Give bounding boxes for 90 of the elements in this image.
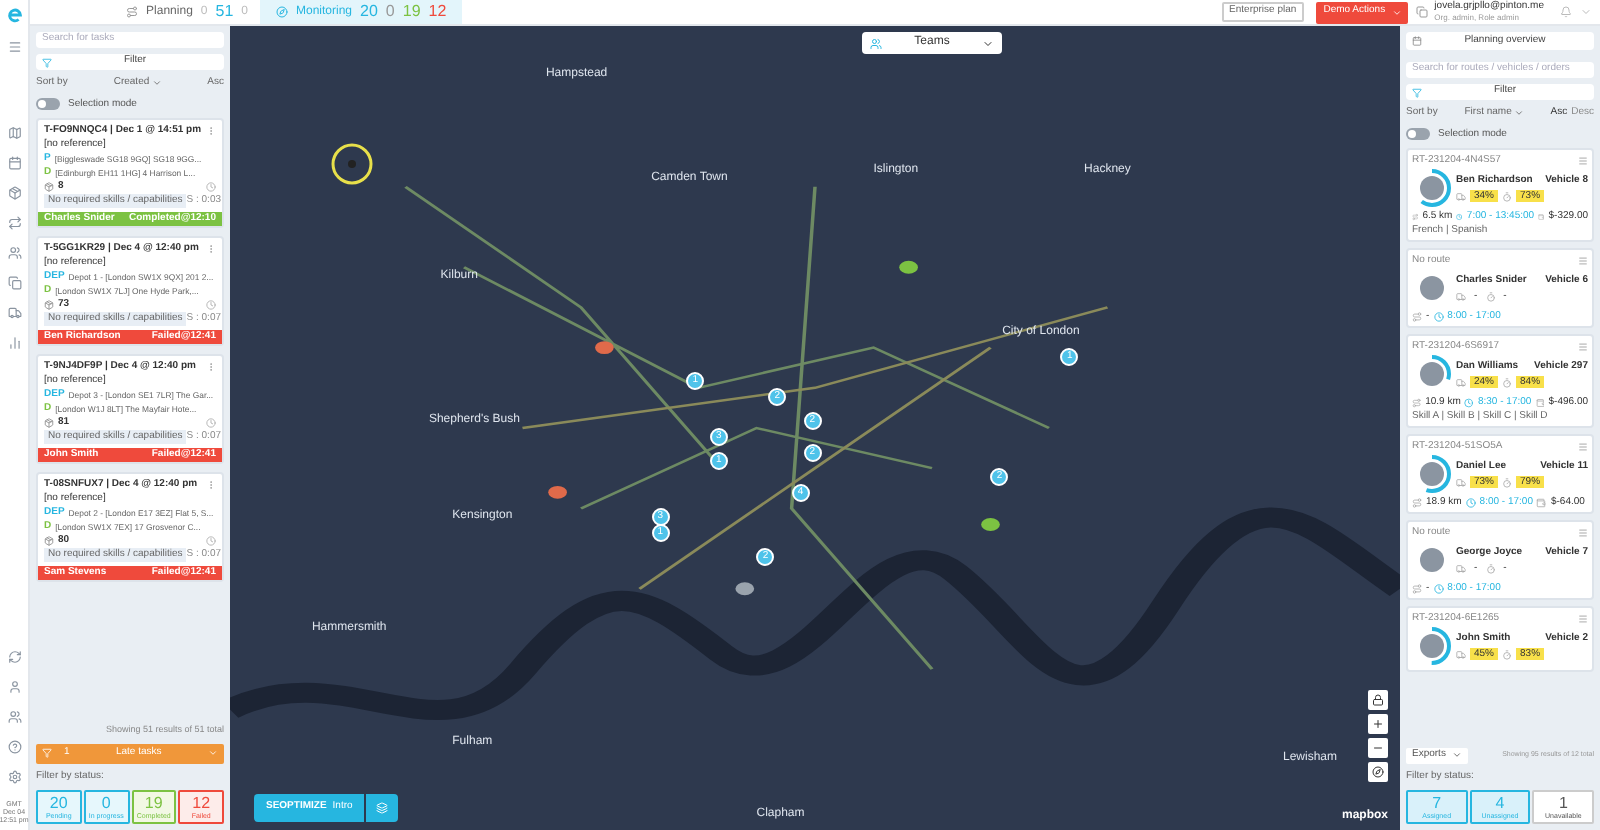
truck-icon [1456, 649, 1466, 659]
chevron-icon [1391, 7, 1402, 17]
avatar [1420, 362, 1444, 386]
wallet-icon [1538, 211, 1545, 221]
avatar [1420, 276, 1444, 300]
copy-icon[interactable] [7, 276, 21, 290]
users-icon[interactable] [7, 246, 21, 260]
clock-icon [1433, 583, 1444, 593]
minus-icon [1372, 742, 1384, 754]
monitoring-count: 19 [402, 0, 421, 24]
avatar [1420, 176, 1444, 200]
timer-icon [1502, 649, 1513, 659]
lock-icon [1372, 694, 1384, 706]
truck-icon [1456, 191, 1466, 201]
timer-icon [1502, 477, 1513, 487]
avatar [1420, 634, 1444, 658]
filter-icon [1412, 87, 1422, 97]
compass-icon [1372, 766, 1384, 778]
menu-icon[interactable] [1578, 155, 1588, 165]
truck-icon [1456, 377, 1466, 387]
menu-icon[interactable] [1578, 255, 1588, 265]
clock-icon [206, 418, 216, 428]
user-icon[interactable] [7, 680, 21, 694]
chart-icon[interactable] [7, 336, 21, 350]
bell-icon[interactable] [1560, 6, 1572, 18]
layers-icon [376, 802, 389, 814]
route-icon [1412, 397, 1422, 407]
toggle-switch[interactable] [1406, 128, 1430, 141]
route-icon [1412, 311, 1422, 321]
menu-icon[interactable] [1578, 341, 1588, 351]
wallet-icon [1536, 497, 1547, 507]
calendar-icon[interactable] [7, 156, 21, 170]
chevron-icon [1513, 108, 1524, 119]
calendar-icon [1412, 36, 1422, 46]
truck-icon [1456, 477, 1466, 487]
monitoring-count: 20 [360, 0, 378, 24]
clock-icon [1464, 397, 1474, 407]
users-icon[interactable] [7, 710, 21, 724]
compass-button[interactable] [1368, 762, 1388, 782]
logo-icon[interactable] [5, 6, 23, 24]
chevron-icon [151, 78, 162, 89]
timer-icon [1485, 291, 1496, 301]
monitoring-count: 0 [385, 0, 395, 24]
clock-icon [1433, 311, 1444, 321]
package-icon [44, 182, 54, 192]
wallet-icon [1535, 397, 1545, 407]
route-icon [1412, 583, 1422, 593]
filter-icon [42, 748, 52, 758]
settings-icon[interactable] [7, 770, 21, 784]
toggle-switch[interactable] [36, 98, 60, 111]
truck-icon [1456, 291, 1466, 301]
timer-icon [1485, 563, 1496, 573]
map-icon[interactable] [7, 126, 21, 140]
menu-icon[interactable] [1578, 527, 1588, 537]
planning-count: 51 [215, 0, 234, 24]
truck-icon [1456, 563, 1466, 573]
clock-icon [206, 182, 216, 192]
timer-icon [1502, 191, 1513, 201]
menu-icon[interactable] [1578, 613, 1588, 623]
chevron-icon [982, 37, 994, 49]
chevron-icon [1451, 750, 1462, 760]
zoom-out-button[interactable] [1368, 738, 1388, 758]
route-icon [1412, 497, 1422, 507]
avatar [1420, 462, 1444, 486]
repeat-icon[interactable] [7, 216, 21, 230]
refresh-icon[interactable] [7, 650, 21, 664]
clock-icon [206, 300, 216, 310]
lock-button[interactable] [1368, 690, 1388, 710]
clock-icon [1456, 211, 1463, 221]
users-icon [870, 37, 882, 49]
selection-circle-icon [330, 142, 374, 186]
package-icon [44, 536, 54, 546]
truck-icon[interactable] [7, 306, 21, 320]
clock-icon [206, 536, 216, 546]
chevron-icon [208, 748, 218, 758]
package-icon [44, 300, 54, 310]
menu-icon[interactable] [7, 40, 21, 54]
chevron-icon[interactable] [1580, 6, 1592, 18]
layers-button[interactable] [366, 794, 399, 822]
menu-icon[interactable] [1578, 441, 1588, 451]
monitoring-count: 12 [428, 0, 447, 24]
plus-icon [1372, 718, 1384, 730]
help-icon[interactable] [7, 740, 21, 754]
package-icon [44, 418, 54, 428]
package-icon[interactable] [7, 186, 21, 200]
timer-icon [1502, 377, 1513, 387]
avatar [1420, 548, 1444, 572]
filter-icon [42, 57, 52, 67]
clock-icon [1465, 497, 1476, 507]
route-icon [1412, 211, 1419, 221]
